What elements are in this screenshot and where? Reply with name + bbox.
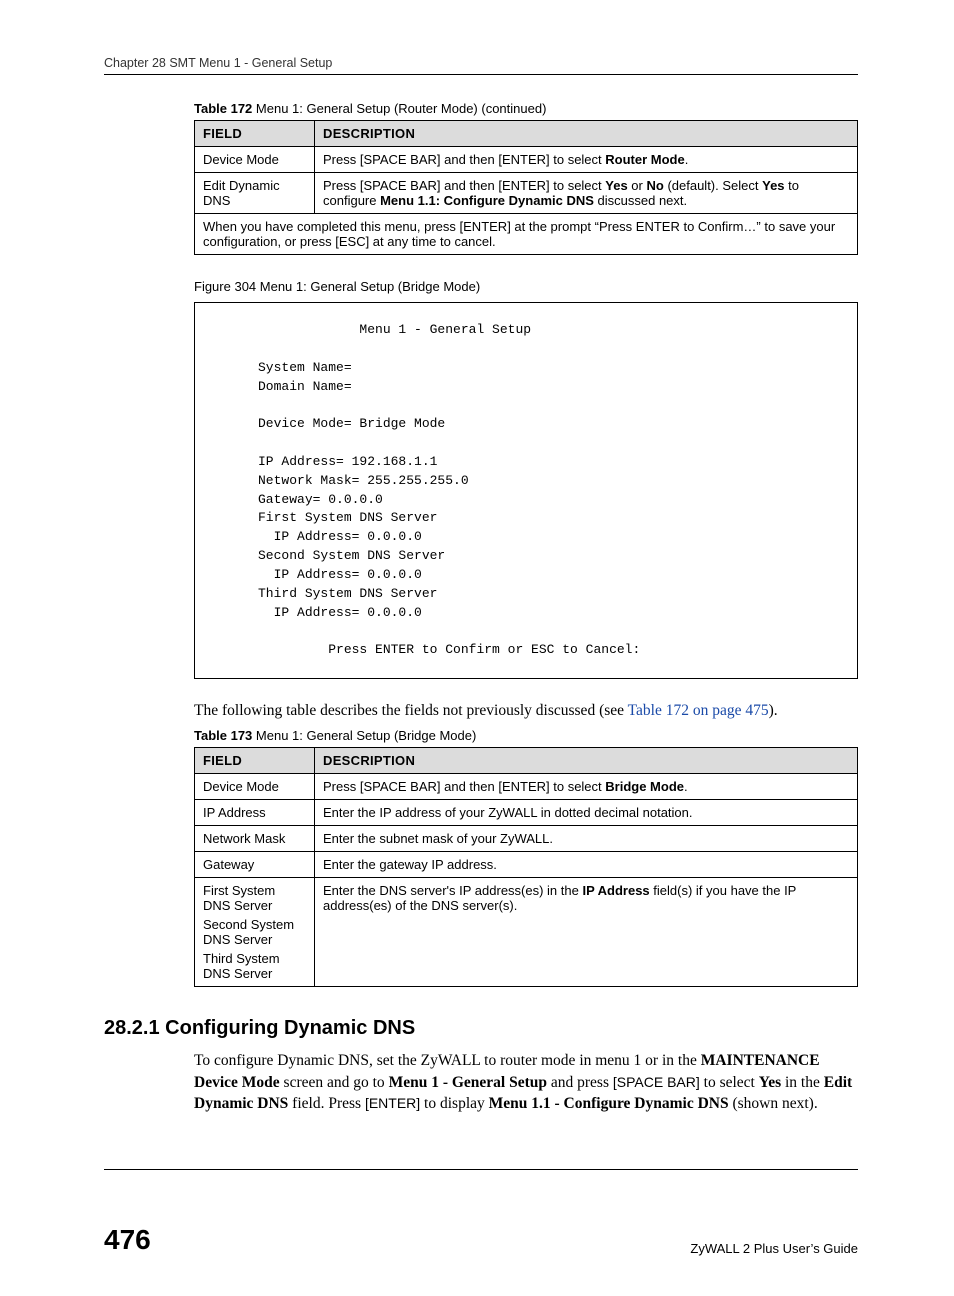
table-172-header-field: FIELD: [195, 121, 315, 147]
cell-description: Enter the subnet mask of your ZyWALL.: [315, 826, 858, 852]
cell-field: Edit Dynamic DNS: [195, 173, 315, 214]
running-header: Chapter 28 SMT Menu 1 - General Setup: [104, 56, 858, 70]
figure-304-caption-text: Menu 1: General Setup (Bridge Mode): [256, 279, 480, 294]
cell-description: Enter the gateway IP address.: [315, 852, 858, 878]
table-173: FIELD DESCRIPTION Device Mode Press [SPA…: [194, 747, 858, 987]
cell-description: Press [SPACE BAR] and then [ENTER] to se…: [315, 147, 858, 173]
table-row: Device Mode Press [SPACE BAR] and then […: [195, 147, 858, 173]
table-row: Device Mode Press [SPACE BAR] and then […: [195, 774, 858, 800]
section-heading-28-2-1: 28.2.1 Configuring Dynamic DNS: [104, 1017, 858, 1040]
table-row: Network Mask Enter the subnet mask of yo…: [195, 826, 858, 852]
cell-field: Device Mode: [195, 774, 315, 800]
table-172-footnote: When you have completed this menu, press…: [195, 214, 858, 255]
figure-304-caption: Figure 304 Menu 1: General Setup (Bridge…: [194, 279, 858, 294]
table-172: FIELD DESCRIPTION Device Mode Press [SPA…: [194, 120, 858, 255]
table-173-header-field: FIELD: [195, 748, 315, 774]
table-172-caption-label: Table 172: [194, 101, 252, 116]
table-row: Gateway Enter the gateway IP address.: [195, 852, 858, 878]
table-173-header-description: DESCRIPTION: [315, 748, 858, 774]
guide-title: ZyWALL 2 Plus User’s Guide: [690, 1241, 858, 1256]
table-row: First System DNS Server Second System DN…: [195, 878, 858, 987]
cell-description: Enter the DNS server's IP address(es) in…: [315, 878, 858, 987]
cell-description: Press [SPACE BAR] and then [ENTER] to se…: [315, 774, 858, 800]
table-173-caption: Table 173 Menu 1: General Setup (Bridge …: [194, 728, 858, 743]
table-173-caption-text: Menu 1: General Setup (Bridge Mode): [252, 728, 476, 743]
table-172-caption-text: Menu 1: General Setup (Router Mode) (con…: [252, 101, 546, 116]
table-row: IP Address Enter the IP address of your …: [195, 800, 858, 826]
cell-description: Press [SPACE BAR] and then [ENTER] to se…: [315, 173, 858, 214]
header-rule: [104, 74, 858, 75]
cell-field: IP Address: [195, 800, 315, 826]
section-paragraph: To configure Dynamic DNS, set the ZyWALL…: [194, 1050, 858, 1115]
cell-field: Gateway: [195, 852, 315, 878]
xref-table-172[interactable]: Table 172 on page 475: [628, 702, 769, 719]
cell-description: Enter the IP address of your ZyWALL in d…: [315, 800, 858, 826]
cell-field: Network Mask: [195, 826, 315, 852]
page-number: 476: [104, 1224, 151, 1256]
footer-rule: [104, 1169, 858, 1170]
table-row: Edit Dynamic DNS Press [SPACE BAR] and t…: [195, 173, 858, 214]
cell-field: Device Mode: [195, 147, 315, 173]
page-footer: 476 ZyWALL 2 Plus User’s Guide: [104, 1224, 858, 1256]
figure-304-box: Menu 1 - General Setup System Name= Doma…: [194, 302, 858, 679]
figure-304-caption-label: Figure 304: [194, 279, 256, 294]
table-row: When you have completed this menu, press…: [195, 214, 858, 255]
intro-paragraph: The following table describes the fields…: [194, 701, 858, 722]
table-172-header-description: DESCRIPTION: [315, 121, 858, 147]
cell-field: First System DNS Server Second System DN…: [195, 878, 315, 987]
table-173-caption-label: Table 173: [194, 728, 252, 743]
table-172-caption: Table 172 Menu 1: General Setup (Router …: [194, 101, 858, 116]
